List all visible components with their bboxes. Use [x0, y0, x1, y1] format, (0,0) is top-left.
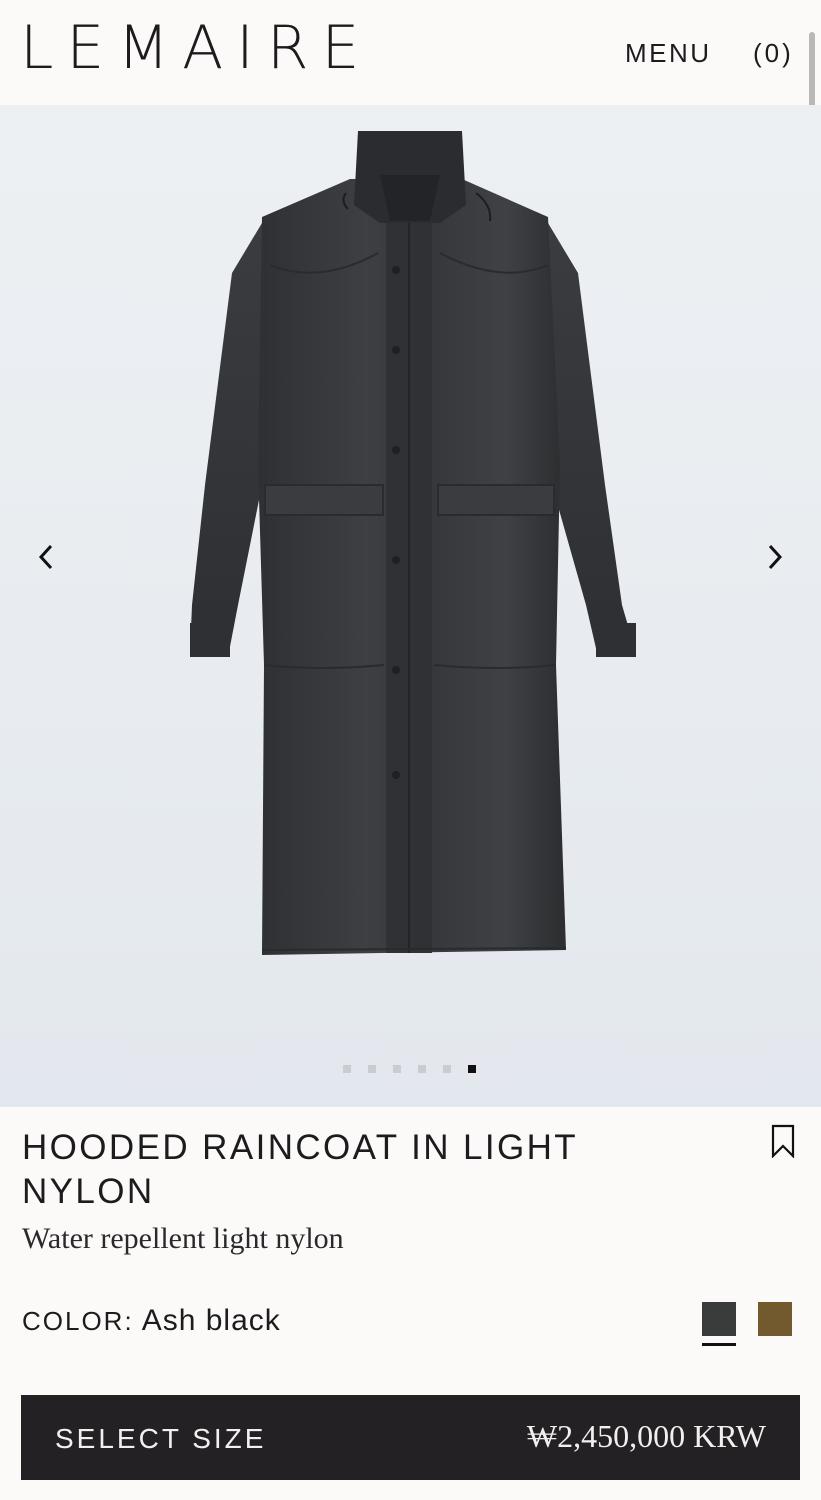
- product-subtitle: Water repellent light nylon: [22, 1222, 344, 1255]
- color-selection: COLOR: Ash black: [22, 1303, 281, 1339]
- color-label: COLOR:: [22, 1306, 134, 1336]
- gallery-dot-active[interactable]: [468, 1065, 476, 1073]
- chevron-left-icon: [38, 544, 53, 570]
- site-header: LEMAIRE MENU (0): [0, 0, 821, 105]
- select-size-button[interactable]: SELECT SIZE ₩2,450,000 KRW: [21, 1395, 800, 1480]
- selected-swatch-indicator: [702, 1343, 736, 1346]
- chevron-right-icon: [768, 544, 783, 570]
- gallery-dot[interactable]: [343, 1065, 351, 1073]
- color-value: Ash black: [141, 1304, 281, 1337]
- product-title: HOODED RAINCOAT IN LIGHT NYLON: [22, 1128, 578, 1211]
- gallery-dot[interactable]: [418, 1065, 426, 1073]
- gallery-dot[interactable]: [393, 1065, 401, 1073]
- wishlist-button[interactable]: [771, 1124, 795, 1159]
- brand-logo[interactable]: LEMAIRE: [20, 18, 372, 78]
- product-price: ₩2,450,000 KRW: [526, 1418, 766, 1454]
- color-swatch-ash-black[interactable]: [702, 1302, 736, 1336]
- gallery-dot[interactable]: [368, 1065, 376, 1073]
- gallery-pagination: [343, 1065, 476, 1073]
- bookmark-icon: [771, 1124, 795, 1159]
- gallery-prev-button[interactable]: [26, 537, 66, 577]
- cart-button[interactable]: (0): [753, 40, 794, 66]
- product-image-raincoat: [190, 131, 636, 955]
- color-swatch-brown[interactable]: [758, 1302, 792, 1336]
- select-size-label: SELECT SIZE: [55, 1423, 267, 1454]
- gallery-dot[interactable]: [443, 1065, 451, 1073]
- gallery-next-button[interactable]: [755, 537, 795, 577]
- product-image-gallery[interactable]: [0, 105, 821, 1107]
- menu-button[interactable]: MENU: [625, 40, 712, 66]
